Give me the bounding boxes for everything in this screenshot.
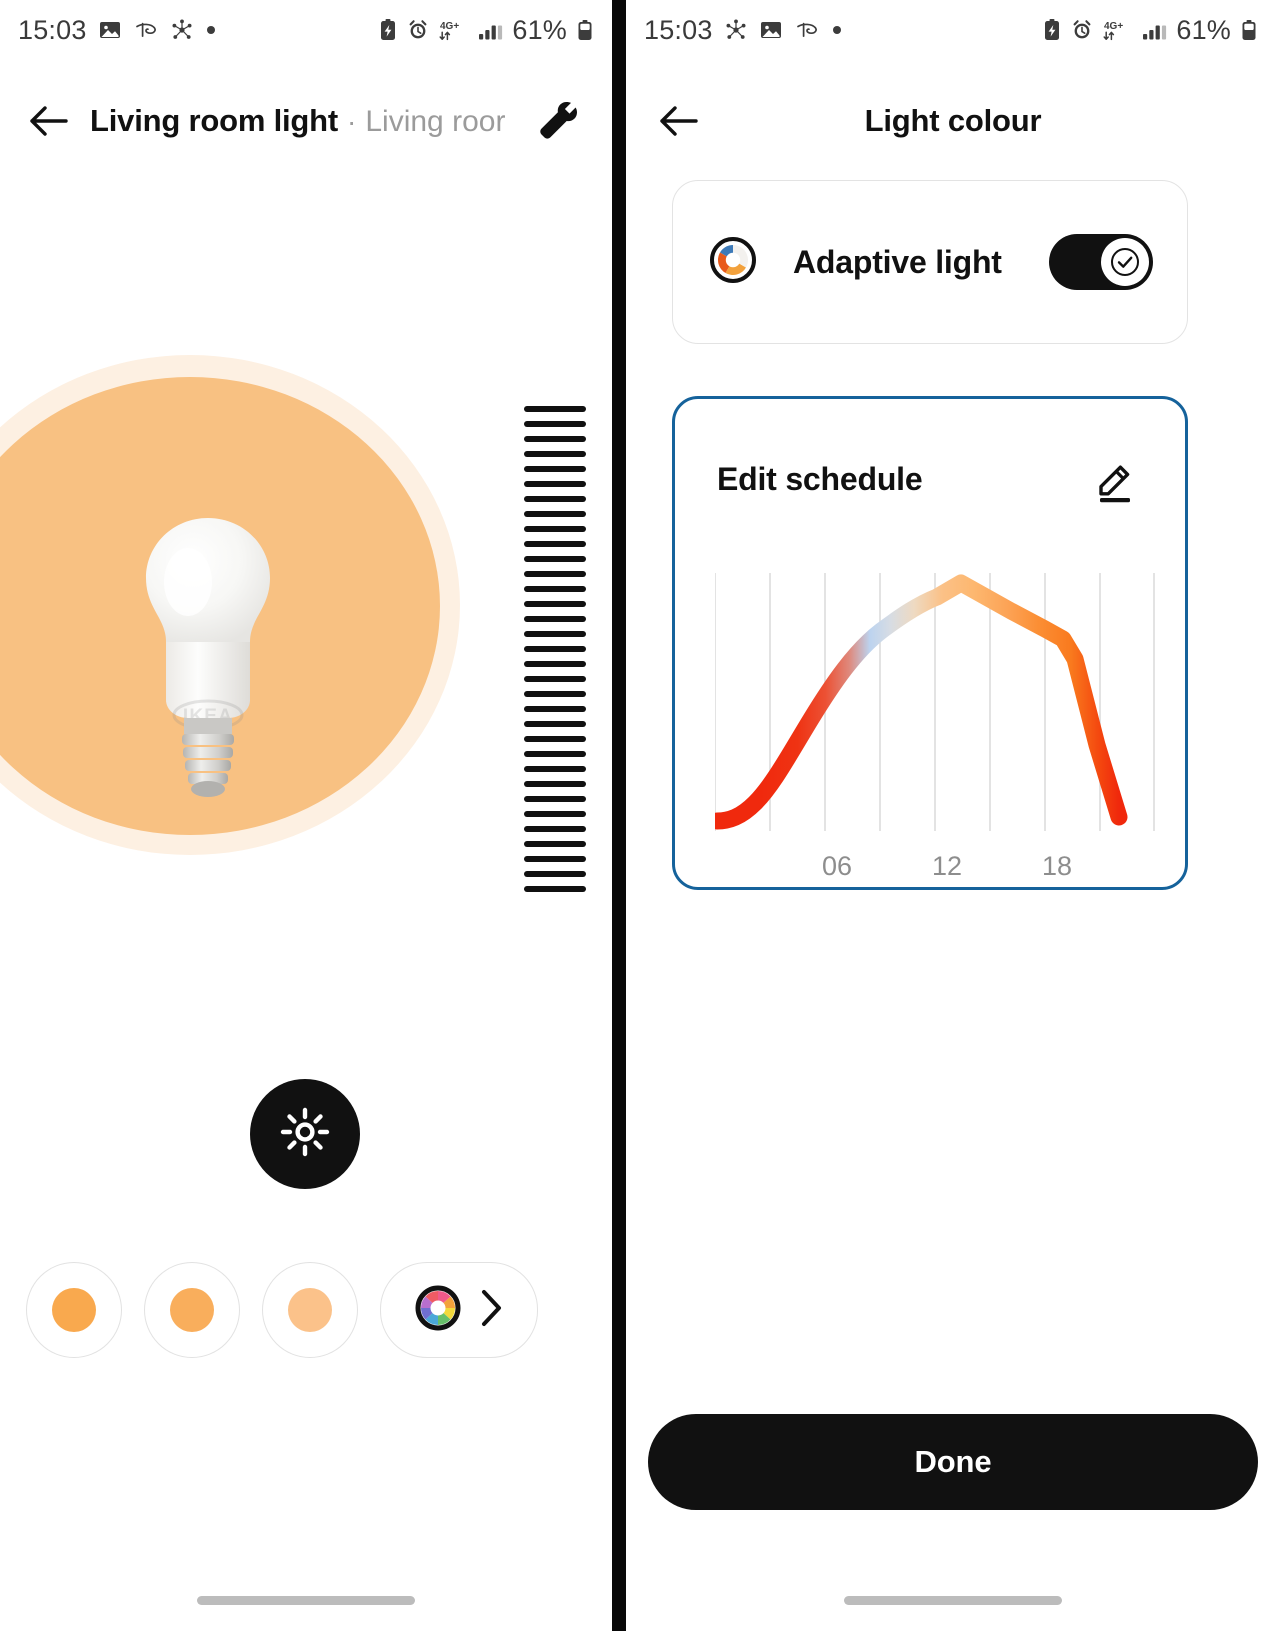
battery-percent-label: 61% xyxy=(512,14,567,45)
toggle-knob xyxy=(1101,238,1149,286)
disney-plus-icon xyxy=(794,18,820,42)
more-colours-button[interactable] xyxy=(380,1262,538,1358)
brightness-sun-icon xyxy=(279,1106,331,1163)
battery-icon xyxy=(576,18,594,42)
page-title: Living room light xyxy=(90,103,339,138)
pencil-edit-icon[interactable] xyxy=(1087,451,1143,507)
axis-tick-label: 06 xyxy=(821,851,853,881)
home-indicator xyxy=(844,1596,1062,1605)
colour-wheel-icon xyxy=(412,1282,464,1339)
status-time: 15:03 xyxy=(18,14,87,45)
page-title: Light colour xyxy=(864,103,1042,138)
dot-icon xyxy=(831,24,843,36)
schedule-title: Edit schedule xyxy=(717,460,923,497)
home-indicator xyxy=(197,1596,415,1605)
status-bar-right-group: 4G+ 61% xyxy=(1042,15,1258,46)
alarm-icon xyxy=(407,18,429,42)
status-bar-left-group: 15:03 xyxy=(644,15,843,46)
colour-swatch[interactable] xyxy=(262,1262,358,1358)
adaptive-light-label: Adaptive light xyxy=(793,243,1002,280)
svg-text:4G+: 4G+ xyxy=(440,21,459,32)
light-bulb-image: IKEA xyxy=(128,510,288,800)
axis-tick-label: 18 xyxy=(1041,851,1073,881)
back-button[interactable] xyxy=(14,86,84,156)
disney-plus-icon xyxy=(133,18,159,42)
adaptive-light-icon xyxy=(707,234,759,291)
app-bar-right: Light colour xyxy=(626,78,1280,164)
colour-swatch-row xyxy=(26,1262,538,1358)
right-phone-screen: 15:03 4G+ 61% Light colour Adaptive ligh… xyxy=(626,0,1280,1631)
check-icon xyxy=(1111,248,1139,276)
smartthings-icon xyxy=(170,18,194,42)
dot-icon xyxy=(205,24,217,36)
status-bar-right: 15:03 4G+ 61% xyxy=(626,0,1280,60)
network-4gplus-icon: 4G+ xyxy=(438,18,468,42)
axis-tick-label: 12 xyxy=(931,851,963,881)
signal-bars-icon xyxy=(1141,18,1167,42)
done-button[interactable]: Done xyxy=(648,1414,1258,1510)
chart-curve xyxy=(708,574,1128,830)
status-bar-left-group: 15:03 xyxy=(18,15,217,46)
photo-icon xyxy=(759,18,783,42)
swatch-dot xyxy=(170,1288,214,1332)
brightness-button[interactable] xyxy=(250,1079,360,1189)
signal-bars-icon xyxy=(477,18,503,42)
edit-schedule-card[interactable]: Edit schedule 06 12 18 xyxy=(672,396,1188,890)
status-time: 15:03 xyxy=(644,14,713,45)
title-group: Living room light · Living roor xyxy=(90,103,505,139)
battery-saver-icon xyxy=(1042,18,1062,42)
adaptive-light-card[interactable]: Adaptive light xyxy=(672,180,1188,344)
schedule-header: Edit schedule xyxy=(717,451,1143,507)
screen-divider xyxy=(612,0,626,1631)
battery-saver-icon xyxy=(378,18,398,42)
bulb-preview: IKEA xyxy=(0,355,540,855)
room-name-label: Living roor xyxy=(365,105,506,138)
battery-icon xyxy=(1240,18,1258,42)
svg-text:4G+: 4G+ xyxy=(1104,21,1123,32)
battery-percent-label: 61% xyxy=(1176,14,1231,45)
title-separator: · xyxy=(347,106,357,137)
adaptive-light-toggle[interactable] xyxy=(1049,234,1153,290)
colour-swatch[interactable] xyxy=(144,1262,240,1358)
colour-swatch[interactable] xyxy=(26,1262,122,1358)
network-4gplus-icon: 4G+ xyxy=(1102,18,1132,42)
app-bar-left: Living room light · Living roor xyxy=(0,78,612,164)
schedule-chart xyxy=(708,559,1155,859)
swatch-dot xyxy=(288,1288,332,1332)
chevron-right-icon xyxy=(476,1286,506,1335)
left-phone-screen: 15:03 4G+ 61% Living room light · Living… xyxy=(0,0,612,1631)
status-bar-left: 15:03 4G+ 61% xyxy=(0,0,612,60)
dual-screenshot: 15:03 4G+ 61% Living room light · Living… xyxy=(0,0,1280,1631)
status-bar-right-group: 4G+ 61% xyxy=(378,15,594,46)
swatch-dot xyxy=(52,1288,96,1332)
alarm-icon xyxy=(1071,18,1093,42)
photo-icon xyxy=(98,18,122,42)
smartthings-icon xyxy=(724,18,748,42)
brightness-slider[interactable] xyxy=(524,406,586,896)
chart-axis-labels: 06 12 18 xyxy=(715,851,1155,891)
wrench-icon[interactable] xyxy=(528,91,588,151)
